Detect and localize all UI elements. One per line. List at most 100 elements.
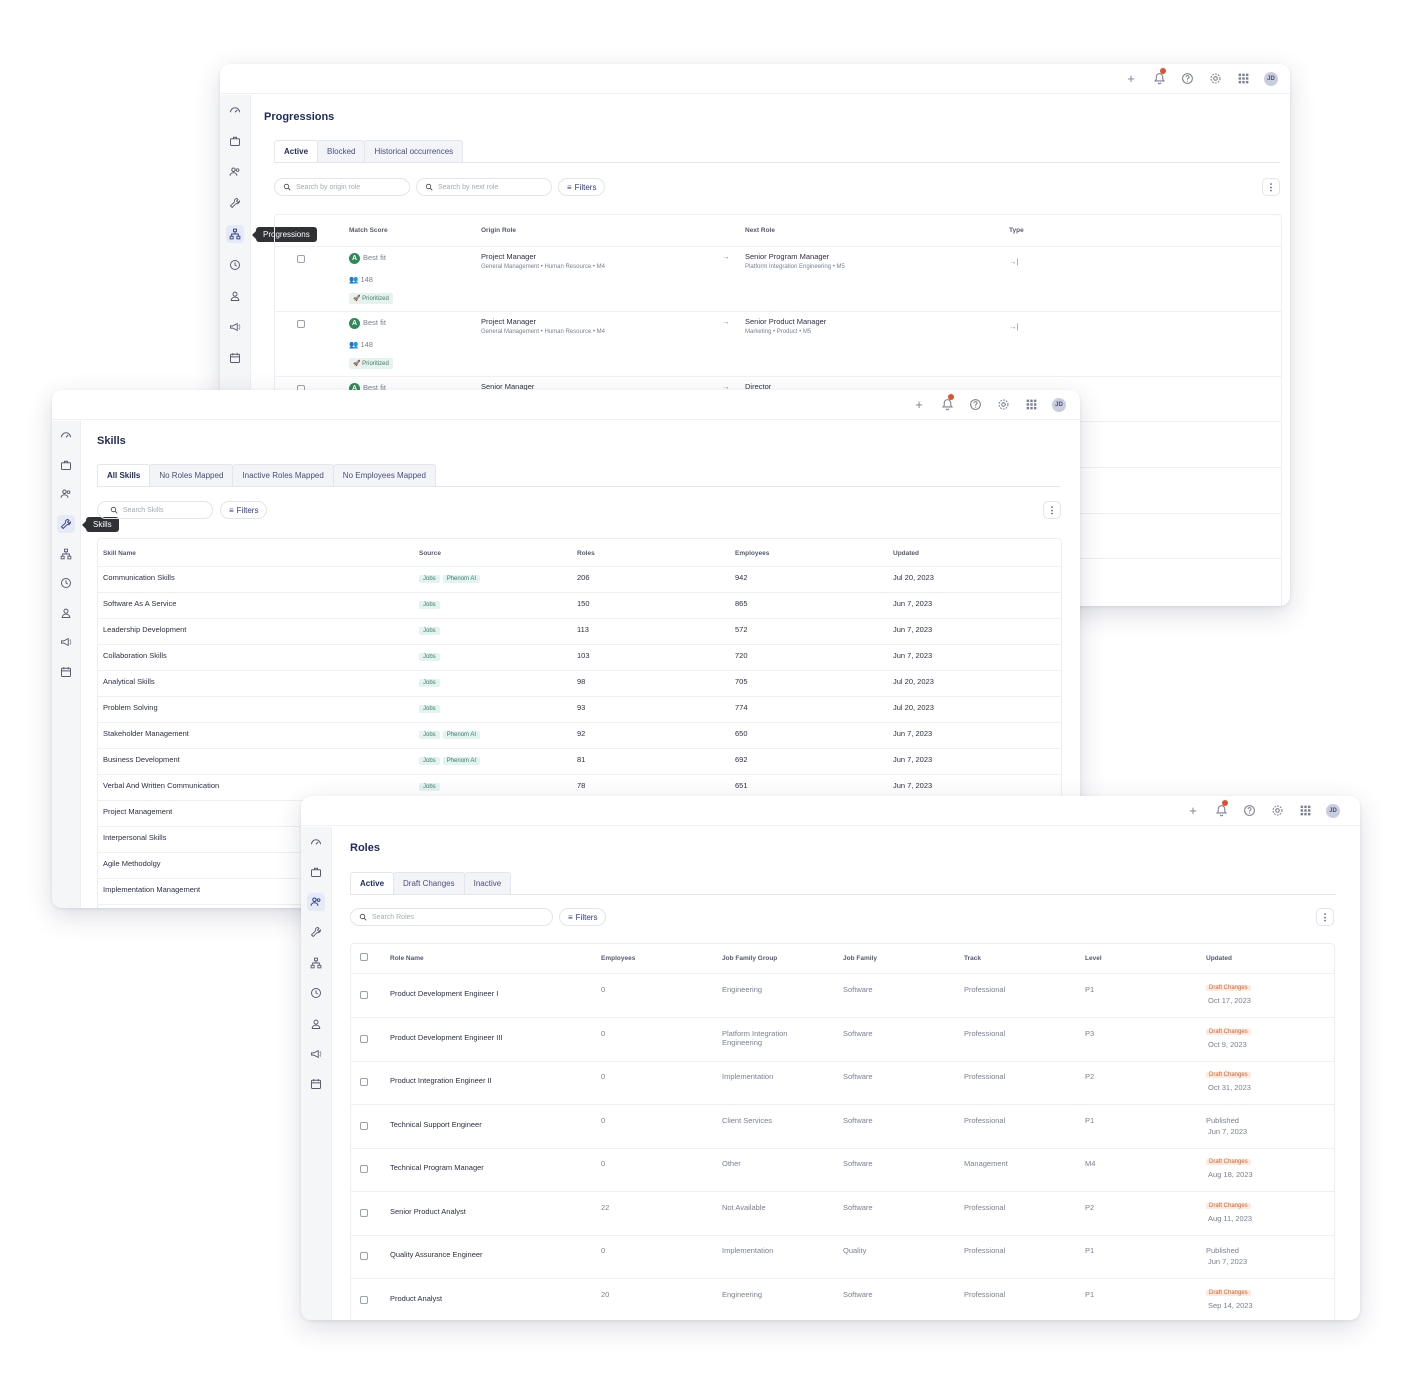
add-icon[interactable]: + [912,397,926,412]
more-options-button[interactable]: ⋮ [1043,501,1061,519]
briefcase-icon[interactable] [57,456,75,474]
megaphone-icon[interactable] [57,633,75,651]
filters-button[interactable]: ≡ Filters [220,501,268,519]
next-role[interactable]: Senior Program Manager [745,252,829,261]
clock-icon[interactable] [307,984,325,1002]
row-checkbox[interactable] [297,255,305,263]
megaphone-icon[interactable] [307,1045,325,1063]
apps-grid-icon[interactable] [1298,804,1312,818]
clock-icon[interactable] [226,256,244,274]
tab-historical[interactable]: Historical occurrences [364,140,464,162]
role-name[interactable]: Product Development Engineer III [390,1033,503,1042]
briefcase-icon[interactable] [226,132,244,150]
megaphone-icon[interactable] [226,318,244,336]
skill-name[interactable]: Analytical Skills [103,677,155,686]
tab-active[interactable]: Active [274,140,319,162]
row-checkbox[interactable] [360,1078,368,1086]
role-name[interactable]: Product Development Engineer I [390,989,498,998]
calendar-icon[interactable] [307,1075,325,1093]
search-skills-input[interactable]: Search Skills [97,501,213,519]
row-checkbox[interactable] [360,1121,368,1130]
people-icon[interactable] [57,485,75,503]
dashboard-icon[interactable] [57,426,75,444]
apps-grid-icon[interactable] [1236,72,1250,86]
filters-button[interactable]: ≡ Filters [559,908,607,926]
row-checkbox[interactable] [360,1252,368,1260]
filters-button[interactable]: ≡ Filters [558,178,606,196]
skill-name[interactable]: Software As A Service [103,599,176,608]
tab-blocked[interactable]: Blocked [317,140,366,162]
search-roles-input[interactable]: Search Roles [350,908,553,926]
role-name[interactable]: Product Analyst [390,1294,442,1303]
dashboard-icon[interactable] [226,101,244,119]
select-all-checkbox[interactable] [360,953,368,961]
more-options-button[interactable]: ⋮ [1316,908,1334,926]
row-checkbox[interactable] [297,320,305,328]
more-options-button[interactable]: ⋮ [1262,178,1280,196]
skill-name[interactable]: Leadership Development [103,625,186,634]
bell-icon[interactable] [1214,799,1228,818]
row-checkbox[interactable] [360,1208,368,1217]
calendar-icon[interactable] [226,349,244,367]
skill-name[interactable]: Collaboration Skills [103,651,167,660]
hierarchy-icon[interactable] [307,954,325,972]
avatar[interactable]: JD [1264,71,1278,86]
briefcase-icon[interactable] [307,863,325,881]
search-next-input[interactable]: Search by next role [416,178,552,196]
tab-inactive[interactable]: Inactive [463,872,512,894]
gear-icon[interactable] [996,398,1010,412]
gear-icon[interactable] [1270,804,1284,818]
user-icon[interactable] [307,1015,325,1033]
calendar-icon[interactable] [57,663,75,681]
skill-name[interactable]: Interpersonal Skills [103,833,166,842]
wrench-icon[interactable] [57,515,75,533]
bell-icon[interactable] [940,393,954,412]
role-name[interactable]: Quality Assurance Engineer [390,1250,483,1259]
wrench-icon[interactable] [226,194,244,212]
bell-icon[interactable] [1152,67,1166,86]
role-name[interactable]: Product Integration Engineer II [390,1076,492,1085]
hierarchy-icon[interactable] [226,225,244,243]
skill-name[interactable]: Implementation Management [103,885,200,894]
people-icon[interactable] [307,893,325,911]
skill-name[interactable]: Stakeholder Management [103,729,189,738]
skill-name[interactable]: Project Management [103,807,172,816]
apps-grid-icon[interactable] [1024,398,1038,412]
clock-icon[interactable] [57,574,75,592]
tab-active[interactable]: Active [350,872,395,894]
help-icon[interactable] [968,398,982,412]
role-name[interactable]: Senior Product Analyst [390,1207,466,1216]
add-icon[interactable]: + [1124,71,1138,86]
user-icon[interactable] [57,604,75,622]
people-icon[interactable] [226,163,244,181]
skill-name[interactable]: Business Development [103,755,180,764]
row-checkbox[interactable] [360,991,368,999]
tab-inactive-roles-mapped[interactable]: Inactive Roles Mapped [232,464,334,486]
avatar[interactable]: JD [1326,803,1340,818]
row-checkbox[interactable] [360,1165,368,1173]
dashboard-icon[interactable] [307,833,325,851]
skill-name[interactable]: Problem Solving [103,703,158,712]
search-origin-input[interactable]: Search by origin role [274,178,410,196]
hierarchy-icon[interactable] [57,545,75,563]
help-icon[interactable] [1242,804,1256,818]
help-icon[interactable] [1180,72,1194,86]
skill-name[interactable]: Agile Methodolgy [103,859,161,868]
tab-draft-changes[interactable]: Draft Changes [393,872,465,894]
user-icon[interactable] [226,287,244,305]
origin-role[interactable]: Project Manager [481,317,536,326]
role-name[interactable]: Technical Program Manager [390,1163,484,1172]
tab-no-roles-mapped[interactable]: No Roles Mapped [149,464,234,486]
tab-all-skills[interactable]: All Skills [97,464,151,486]
tab-no-employees-mapped[interactable]: No Employees Mapped [332,464,436,486]
row-checkbox[interactable] [360,1295,368,1304]
gear-icon[interactable] [1208,72,1222,86]
role-name[interactable]: Technical Support Engineer [390,1120,482,1129]
origin-role[interactable]: Project Manager [481,252,536,261]
wrench-icon[interactable] [307,923,325,941]
next-role[interactable]: Senior Product Manager [745,317,826,326]
skill-name[interactable]: Verbal And Written Communication [103,781,219,790]
add-icon[interactable]: + [1186,803,1200,818]
avatar[interactable]: JD [1052,397,1066,412]
row-checkbox[interactable] [360,1034,368,1043]
